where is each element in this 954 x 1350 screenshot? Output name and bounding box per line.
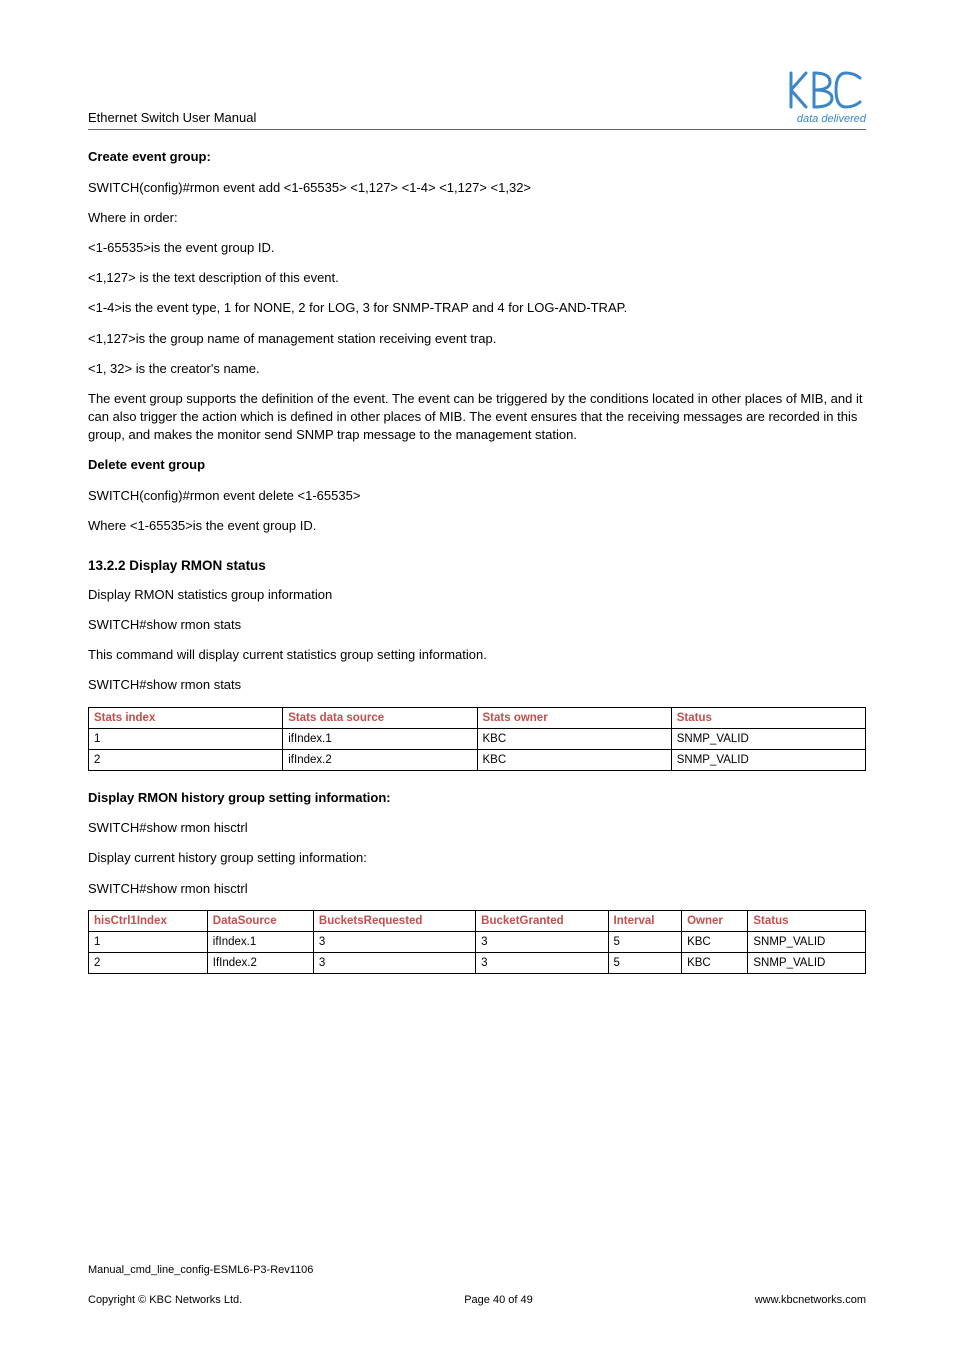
logo-tagline: data delivered — [788, 112, 866, 127]
body-text: SWITCH(config)#rmon event add <1-65535> … — [88, 179, 866, 197]
cell: KBC — [477, 728, 671, 749]
cell: 5 — [608, 952, 682, 973]
body-text: Where in order: — [88, 209, 866, 227]
cell: ifIndex.2 — [283, 749, 477, 770]
body-text: The event group supports the definition … — [88, 390, 866, 445]
col-header: BucketGranted — [476, 910, 608, 931]
table-row: 1 ifIndex.1 3 3 5 KBC SNMP_VALID — [89, 931, 866, 952]
body-text: <1,127>is the group name of management s… — [88, 330, 866, 348]
cell: SNMP_VALID — [671, 749, 865, 770]
col-header: Owner — [682, 910, 748, 931]
body-text: <1, 32> is the creator's name. — [88, 360, 866, 378]
table-row: 2 IfIndex.2 3 3 5 KBC SNMP_VALID — [89, 952, 866, 973]
body-text: SWITCH#show rmon hisctrl — [88, 819, 866, 837]
cell: 2 — [89, 749, 283, 770]
cell: 3 — [313, 931, 475, 952]
col-header: Stats owner — [477, 707, 671, 728]
cell: KBC — [682, 931, 748, 952]
body-text: Display current history group setting in… — [88, 849, 866, 867]
col-header: Status — [748, 910, 866, 931]
body-text: <1,127> is the text description of this … — [88, 269, 866, 287]
cell: 3 — [313, 952, 475, 973]
cell: 5 — [608, 931, 682, 952]
cell: SNMP_VALID — [671, 728, 865, 749]
body-text: SWITCH(config)#rmon event delete <1-6553… — [88, 487, 866, 505]
cell: 1 — [89, 931, 208, 952]
col-header: Stats data source — [283, 707, 477, 728]
body-text: SWITCH#show rmon hisctrl — [88, 880, 866, 898]
col-header: DataSource — [207, 910, 313, 931]
cell: 3 — [476, 952, 608, 973]
col-header: Status — [671, 707, 865, 728]
footer-url: www.kbcnetworks.com — [755, 1293, 866, 1308]
cell: KBC — [477, 749, 671, 770]
body-text: SWITCH#show rmon stats — [88, 676, 866, 694]
footer-manual-id: Manual_cmd_line_config-ESML6-P3-Rev1106 — [88, 1263, 866, 1278]
logo: data delivered — [788, 70, 866, 127]
footer-copyright: Copyright © KBC Networks Ltd. — [88, 1293, 242, 1308]
create-event-heading: Create event group: — [88, 148, 866, 166]
cell: ifIndex.1 — [207, 931, 313, 952]
body-text: <1-65535>is the event group ID. — [88, 239, 866, 257]
col-header: Interval — [608, 910, 682, 931]
col-header: BucketsRequested — [313, 910, 475, 931]
cell: ifIndex.1 — [283, 728, 477, 749]
table-row: 1 ifIndex.1 KBC SNMP_VALID — [89, 728, 866, 749]
history-table: hisCtrl1Index DataSource BucketsRequeste… — [88, 910, 866, 974]
body-text: SWITCH#show rmon stats — [88, 616, 866, 634]
col-header: hisCtrl1Index — [89, 910, 208, 931]
body-text: <1-4>is the event type, 1 for NONE, 2 fo… — [88, 299, 866, 317]
header-title: Ethernet Switch User Manual — [88, 109, 256, 127]
table-header-row: hisCtrl1Index DataSource BucketsRequeste… — [89, 910, 866, 931]
footer-page-number: Page 40 of 49 — [464, 1293, 533, 1308]
kbc-logo-icon — [788, 70, 866, 110]
cell: 2 — [89, 952, 208, 973]
cell: IfIndex.2 — [207, 952, 313, 973]
page-footer: Manual_cmd_line_config-ESML6-P3-Rev1106 … — [88, 1263, 866, 1308]
body-text: This command will display current statis… — [88, 646, 866, 664]
page-header: Ethernet Switch User Manual data deliver… — [88, 70, 866, 130]
display-rmon-heading: 13.2.2 Display RMON status — [88, 557, 866, 576]
stats-table: Stats index Stats data source Stats owne… — [88, 707, 866, 771]
cell: 1 — [89, 728, 283, 749]
body-text: Where <1-65535>is the event group ID. — [88, 517, 866, 535]
table-header-row: Stats index Stats data source Stats owne… — [89, 707, 866, 728]
col-header: Stats index — [89, 707, 283, 728]
body-text: Display RMON statistics group informatio… — [88, 586, 866, 604]
cell: 3 — [476, 931, 608, 952]
history-heading: Display RMON history group setting infor… — [88, 789, 866, 807]
table-row: 2 ifIndex.2 KBC SNMP_VALID — [89, 749, 866, 770]
cell: SNMP_VALID — [748, 931, 866, 952]
cell: KBC — [682, 952, 748, 973]
delete-event-heading: Delete event group — [88, 456, 866, 474]
cell: SNMP_VALID — [748, 952, 866, 973]
